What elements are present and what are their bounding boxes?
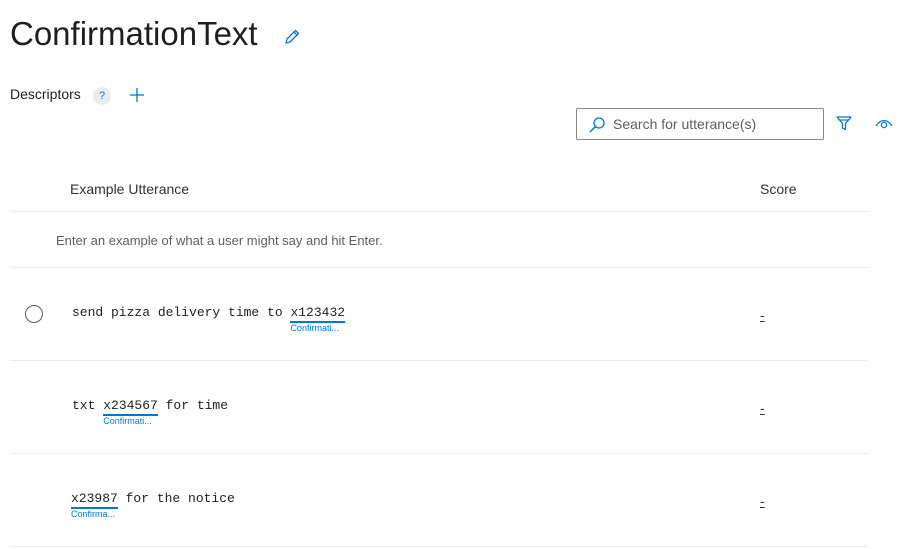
score-value[interactable]: - — [760, 493, 765, 509]
edit-title-button[interactable] — [282, 27, 302, 47]
entity-token[interactable]: x123432 Confirmati... — [290, 305, 346, 333]
entity-text: x123432 — [290, 305, 346, 320]
score-value[interactable]: - — [760, 400, 765, 416]
entity-label[interactable]: Confirmati... — [103, 416, 152, 426]
entity-label[interactable]: Confirma... — [71, 509, 115, 519]
entity-token[interactable]: x234567 Confirmati... — [103, 398, 158, 426]
entity-label[interactable]: Confirmati... — [290, 323, 339, 333]
utterance-entry-input[interactable]: Enter an example of what a user might sa… — [56, 233, 383, 248]
divider — [10, 360, 868, 361]
utterance-text[interactable]: send pizza delivery time to x123432 Confi… — [72, 305, 346, 333]
filter-button[interactable] — [835, 114, 853, 132]
utterance-text-before: txt — [72, 398, 104, 413]
plus-icon — [130, 88, 144, 102]
entity-text: x234567 — [103, 398, 158, 413]
view-button[interactable] — [874, 116, 894, 132]
column-header-score[interactable]: Score — [760, 181, 797, 197]
search-input[interactable] — [613, 109, 813, 139]
pencil-icon — [285, 29, 300, 44]
descriptors-label: Descriptors — [10, 86, 81, 102]
score-value[interactable]: - — [760, 307, 765, 323]
eye-icon — [875, 119, 893, 129]
divider — [10, 267, 868, 268]
help-icon[interactable]: ? — [93, 87, 111, 105]
entity-text: x23987 — [71, 491, 118, 506]
divider — [10, 546, 868, 547]
entity-token[interactable]: x23987 Confirma... — [71, 491, 118, 519]
row-select-radio[interactable] — [25, 305, 43, 323]
add-descriptor-button[interactable] — [128, 86, 146, 104]
utterance-text[interactable]: x23987 Confirma... for the notice — [71, 491, 235, 519]
search-icon — [588, 116, 606, 134]
utterance-text-after: for time — [157, 398, 229, 413]
utterance-text-after: for the notice — [117, 491, 235, 506]
divider — [10, 453, 868, 454]
column-header-utterance[interactable]: Example Utterance — [70, 181, 189, 197]
page-title: ConfirmationText — [10, 15, 258, 52]
divider — [10, 211, 868, 212]
utterance-text[interactable]: txt x234567 Confirmati... for time — [72, 398, 229, 426]
filter-icon — [836, 116, 852, 131]
search-box — [576, 108, 824, 140]
utterance-text-before: send pizza delivery time to — [72, 305, 291, 320]
